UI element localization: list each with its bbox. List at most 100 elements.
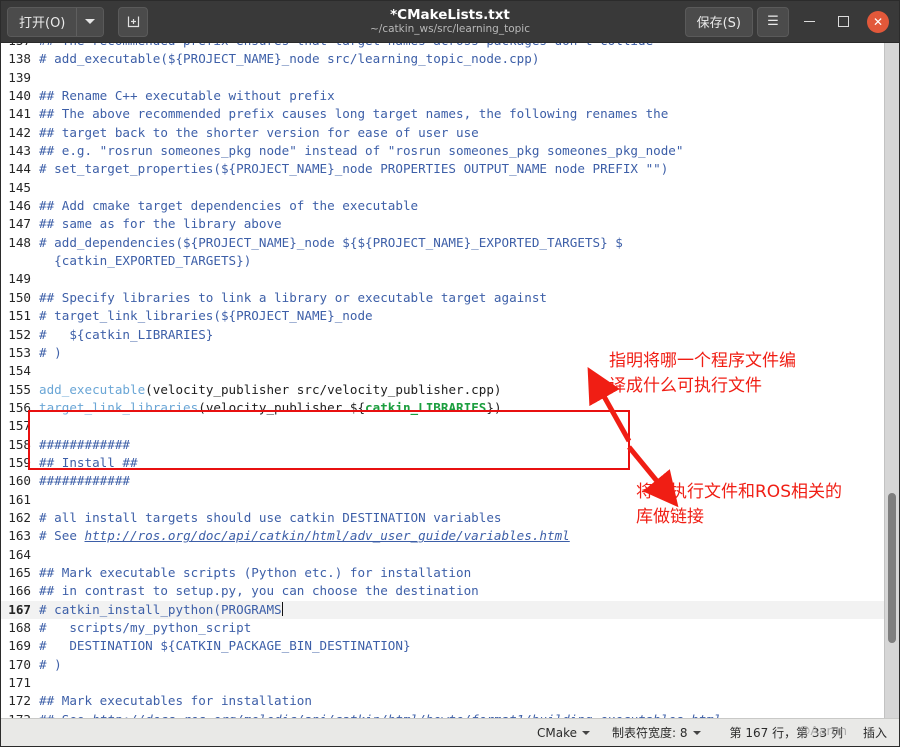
- line-number: 152: [8, 326, 31, 342]
- code-lines[interactable]: 137## The recommended prefix ensures tha…: [1, 43, 899, 718]
- line-number: 151: [8, 308, 31, 324]
- code-line[interactable]: {catkin_EXPORTED_TARGETS}): [1, 252, 899, 270]
- minimize-button[interactable]: [795, 8, 823, 36]
- code-line[interactable]: 148 # add_dependencies(${PROJECT_NAME}_no…: [1, 234, 899, 252]
- language-selector[interactable]: CMake: [526, 726, 601, 740]
- code-line[interactable]: 150 ## Specify libraries to link a librar…: [1, 289, 899, 307]
- line-number: 172: [8, 693, 31, 709]
- code-line[interactable]: 171: [1, 674, 899, 692]
- code-line[interactable]: 143 ## e.g. "rosrun someones_pkg node" in…: [1, 142, 899, 160]
- line-source: # set_target_properties(${PROJECT_NAME}_…: [39, 161, 669, 177]
- save-button[interactable]: 保存(S): [684, 6, 753, 37]
- line-number: 170: [8, 656, 31, 672]
- line-number: 147: [8, 216, 31, 232]
- open-dropdown-button[interactable]: [76, 7, 104, 36]
- code-line[interactable]: 146 ## Add cmake target dependencies of t…: [1, 197, 899, 215]
- file-path-subtitle: ~/catkin_ws/src/learning_topic: [369, 23, 530, 35]
- code-line[interactable]: 151 # target_link_libraries(${PROJECT_NAM…: [1, 307, 899, 325]
- line-source: ## See http://docs.ros.org/melodic/api/c…: [36, 711, 899, 718]
- code-line[interactable]: 173## See http://docs.ros.org/melodic/ap…: [1, 711, 899, 718]
- code-line[interactable]: 149: [1, 270, 899, 288]
- code-line[interactable]: 142 ## target back to the shorter version…: [1, 124, 899, 142]
- line-number: 167: [8, 601, 31, 617]
- code-line[interactable]: 158 ############: [1, 436, 899, 454]
- line-source: # all install targets should use catkin …: [39, 509, 502, 525]
- tab-width-selector[interactable]: 制表符宽度: 8: [601, 724, 712, 741]
- code-line[interactable]: 163 # See http://ros.org/doc/api/catkin/h…: [1, 527, 899, 545]
- line-number: 150: [8, 289, 31, 305]
- line-number: 148: [8, 234, 31, 250]
- code-line[interactable]: 152 # ${catkin_LIBRARIES}: [1, 326, 899, 344]
- code-line[interactable]: 153 # ): [1, 344, 899, 362]
- code-line[interactable]: 147 ## same as for the library above: [1, 215, 899, 233]
- text-editor-window: 打开(O) *CMakeLists.txt ~/catkin_ws/src/le…: [0, 0, 900, 747]
- line-number: 155: [8, 381, 31, 397]
- line-source: ## The above recommended prefix causes l…: [39, 106, 669, 122]
- line-source: ## target back to the shorter version fo…: [39, 124, 479, 140]
- vertical-scrollbar[interactable]: [884, 43, 899, 718]
- code-line[interactable]: 140 ## Rename C++ executable without pref…: [1, 87, 899, 105]
- title-bar: 打开(O) *CMakeLists.txt ~/catkin_ws/src/le…: [1, 1, 899, 43]
- line-number: 161: [8, 491, 31, 507]
- code-line[interactable]: 161: [1, 491, 899, 509]
- line-number: 160: [8, 473, 31, 489]
- code-line[interactable]: 138 # add_executable(${PROJECT_NAME}_node…: [1, 50, 899, 68]
- line-source: ## Install ##: [39, 454, 138, 470]
- code-line[interactable]: 166 ## in contrast to setup.py, you can c…: [1, 582, 899, 600]
- line-number: 149: [8, 271, 31, 287]
- code-line[interactable]: 137## The recommended prefix ensures tha…: [1, 43, 899, 50]
- line-source: ## Add cmake target dependencies of the …: [39, 198, 419, 214]
- line-number: 153: [8, 344, 31, 360]
- code-line[interactable]: 159 ## Install ##: [1, 454, 899, 472]
- close-button[interactable]: ✕: [867, 10, 889, 33]
- code-line[interactable]: 172 ## Mark executables for installation: [1, 692, 899, 710]
- line-source: # add_dependencies(${PROJECT_NAME}_node …: [39, 234, 623, 250]
- editor-area[interactable]: 137## The recommended prefix ensures tha…: [1, 43, 899, 718]
- line-source: # target_link_libraries(${PROJECT_NAME}_…: [39, 308, 373, 324]
- line-source: ############: [39, 436, 130, 452]
- code-line[interactable]: 155 add_executable(velocity_publisher src…: [1, 381, 899, 399]
- line-number: 144: [8, 161, 31, 177]
- code-line[interactable]: 144 # set_target_properties(${PROJECT_NAM…: [1, 160, 899, 178]
- tab-width-label: 制表符宽度: 8: [612, 726, 688, 740]
- new-document-button[interactable]: [118, 6, 149, 37]
- code-line[interactable]: 154: [1, 362, 899, 380]
- code-line[interactable]: 162 # all install targets should use catk…: [1, 509, 899, 527]
- open-button[interactable]: 打开(O): [8, 7, 77, 36]
- code-line[interactable]: 139: [1, 69, 899, 87]
- hamburger-icon: ☰: [767, 14, 779, 29]
- code-line[interactable]: 165 ## Mark executable scripts (Python et…: [1, 564, 899, 582]
- open-button-group[interactable]: 打开(O): [7, 6, 105, 37]
- code-line[interactable]: 160 ############: [1, 472, 899, 490]
- page-title: *CMakeLists.txt: [390, 7, 510, 23]
- line-source: # See http://ros.org/doc/api/catkin/html…: [39, 528, 570, 544]
- code-line[interactable]: 169 # DESTINATION ${CATKIN_PACKAGE_BIN_DE…: [1, 637, 899, 655]
- line-number: 162: [8, 509, 31, 525]
- minimize-icon: [803, 20, 815, 23]
- line-source: # add_executable(${PROJECT_NAME}_node sr…: [39, 51, 540, 67]
- line-number: 159: [8, 454, 31, 470]
- code-line[interactable]: 157: [1, 417, 899, 435]
- code-line[interactable]: 168 # scripts/my_python_script: [1, 619, 899, 637]
- code-line[interactable]: 141 ## The above recommended prefix cause…: [1, 105, 899, 123]
- line-source: # DESTINATION ${CATKIN_PACKAGE_BIN_DESTI…: [39, 638, 411, 654]
- vertical-scrollbar-thumb[interactable]: [888, 493, 896, 643]
- code-line[interactable]: 164: [1, 546, 899, 564]
- maximize-button[interactable]: [829, 8, 857, 36]
- line-source: ## Rename C++ executable without prefix: [39, 88, 335, 104]
- line-source: {catkin_EXPORTED_TARGETS}): [39, 253, 252, 269]
- line-number: 154: [8, 363, 31, 379]
- line-number: 140: [8, 88, 31, 104]
- code-line[interactable]: 170 # ): [1, 656, 899, 674]
- line-source: # catkin_install_python(PROGRAMS: [39, 601, 283, 617]
- line-number: 141: [8, 106, 31, 122]
- line-source: add_executable(velocity_publisher src/ve…: [39, 381, 502, 397]
- line-source: ## in contrast to setup.py, you can choo…: [39, 583, 479, 599]
- chevron-down-icon: [692, 730, 701, 735]
- line-source: ############: [39, 473, 130, 489]
- code-line[interactable]: 167 # catkin_install_python(PROGRAMS: [1, 600, 899, 619]
- code-line[interactable]: 156 target_link_libraries(velocity_publis…: [1, 399, 899, 417]
- line-source: ## e.g. "rosrun someones_pkg node" inste…: [39, 143, 684, 159]
- code-line[interactable]: 145: [1, 179, 899, 197]
- hamburger-menu-button[interactable]: ☰: [757, 6, 789, 37]
